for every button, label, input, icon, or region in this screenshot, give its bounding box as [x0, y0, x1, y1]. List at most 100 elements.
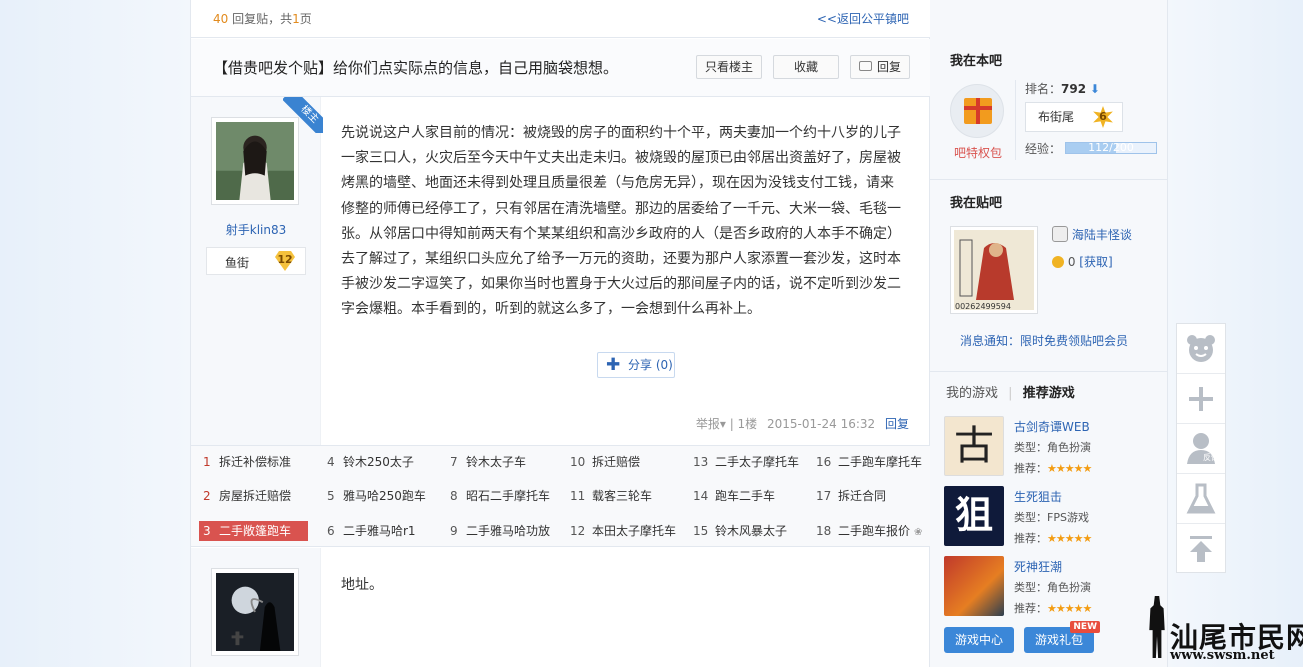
bar-image-art: [954, 230, 1034, 310]
related-search-label: 铃木风暴太子: [715, 524, 788, 538]
related-search-item[interactable]: 15 铃木风暴太子: [693, 521, 808, 541]
bar-name-link[interactable]: 海陆丰怪谈: [1072, 228, 1132, 242]
post-reply-link[interactable]: 回复: [885, 417, 909, 431]
reply-count: 40 回复贴，共1页: [213, 12, 312, 26]
privilege-pack[interactable]: [950, 84, 1004, 138]
game-item[interactable]: 狙 生死狙击 类型：FPS游戏 推荐：★★★★★: [944, 486, 1154, 548]
related-search-label: 二手雅马哈r1: [343, 524, 416, 538]
notice-link[interactable]: 消息通知：限时免费领贴吧会员: [960, 332, 1128, 349]
tab-my-games[interactable]: 我的游戏: [946, 386, 998, 401]
author-name[interactable]: 射手klin83: [191, 221, 321, 238]
game-name[interactable]: 古剑奇谭WEB: [1014, 418, 1090, 435]
related-search-item[interactable]: 17 拆迁合同: [816, 486, 931, 506]
related-search-item[interactable]: 2 房屋拆迁赔偿: [203, 486, 318, 506]
related-search-rank: 17: [816, 489, 832, 503]
bear-face-icon: [1187, 335, 1215, 362]
related-search-item[interactable]: 10 拆迁赔偿: [570, 452, 685, 472]
emoji-button[interactable]: [1177, 324, 1225, 374]
related-search-rank: 4: [327, 455, 335, 469]
star-icons: ★★★★★: [1047, 532, 1092, 545]
related-search-label: 二手跑车摩托车: [838, 455, 923, 469]
bar-level-icon: [1052, 226, 1068, 242]
game-name[interactable]: 死神狂潮: [1014, 558, 1062, 575]
related-search-label: 二手雅马哈功放: [466, 524, 551, 538]
related-search-item[interactable]: 9 二手雅马哈功放: [450, 521, 565, 541]
related-search-label: 二手跑车报价: [838, 524, 911, 538]
related-search-rank: 16: [816, 455, 832, 469]
related-search-rank: 3: [203, 524, 211, 538]
avatar-image: [216, 573, 294, 651]
related-search-item[interactable]: 7 铃木太子车: [450, 452, 565, 472]
avatar[interactable]: [211, 568, 299, 656]
post-meta: 举报▾ | 1楼 2015-01-24 16:32 回复: [695, 417, 909, 431]
related-search-label: 铃木太子车: [466, 455, 527, 469]
game-tabs: 我的游戏 | 推荐游戏: [946, 382, 1075, 401]
experience-text: 112/200: [1088, 141, 1134, 154]
related-search-item[interactable]: 3 二手敞篷跑车: [199, 521, 308, 541]
game-icon: [944, 556, 1004, 616]
owner-ribbon: 楼主: [283, 97, 323, 133]
experience-bar: 112/200: [1065, 142, 1157, 154]
related-search-label: 拆迁赔偿: [592, 455, 641, 469]
experience: 经验： 112/200: [1025, 140, 1175, 157]
tab-recommended-games[interactable]: 推荐游戏: [1023, 386, 1075, 401]
related-search-item[interactable]: 6 二手雅马哈r1: [327, 521, 442, 541]
share-button[interactable]: ✚ 分享 (0): [597, 352, 675, 378]
back-to-top-button[interactable]: [1177, 524, 1225, 574]
related-search-item[interactable]: 4 铃木250太子: [327, 452, 442, 472]
post-floor-2: 地址。: [191, 548, 931, 667]
game-type: 类型：角色扮演: [1014, 581, 1091, 594]
post-author-panel: [191, 548, 321, 667]
bar-image[interactable]: 00262499594: [950, 226, 1038, 314]
lab-button[interactable]: [1177, 474, 1225, 524]
related-search-item[interactable]: 1 拆迁补偿标准: [203, 452, 318, 472]
related-searches: 1 拆迁补偿标准 4 铃木250太子 7 铃木太子车 10 拆迁赔偿 13 二手太子摩托车 16 二手…: [191, 445, 931, 547]
back-to-bar-link[interactable]: <<返回公平镇吧: [817, 10, 909, 27]
level-badge[interactable]: 布街尾 6: [1025, 102, 1123, 132]
game-center-button[interactable]: 游戏中心: [944, 627, 1014, 653]
related-search-label: 拆迁合同: [838, 489, 887, 503]
person-silhouette-icon: [1149, 596, 1165, 658]
arrow-up-icon: [1190, 536, 1212, 562]
game-name[interactable]: 生死狙击: [1014, 488, 1062, 505]
level-badge[interactable]: 鱼街 12: [206, 247, 306, 275]
user-icon: [1187, 433, 1215, 464]
game-icon: 古: [944, 416, 1004, 476]
related-search-rank: 12: [570, 524, 586, 538]
related-search-item[interactable]: 13 二手太子摩托车: [693, 452, 808, 472]
reply-button[interactable]: 回复: [850, 55, 910, 79]
thread-titlebar: 【借贵吧发个贴】给你们点实际点的信息，自己用脑袋想想。 只看楼主 收藏 回复: [191, 39, 931, 97]
privilege-pack-label[interactable]: 吧特权包: [940, 144, 1016, 161]
report-link[interactable]: 举报▾: [696, 417, 726, 431]
related-search-label: 昭石二手摩托车: [466, 489, 551, 503]
bar-image-caption: 00262499594: [955, 302, 1011, 311]
floating-toolbar: 反馈: [1176, 323, 1226, 573]
game-rating: 推荐：★★★★★: [1014, 602, 1092, 615]
bar-entry[interactable]: 海陆丰怪谈: [1052, 226, 1132, 243]
related-search-item[interactable]: 11 载客三轮车: [570, 486, 685, 506]
game-gift-button[interactable]: 游戏礼包 NEW: [1024, 621, 1100, 653]
get-coins-link[interactable]: [获取]: [1079, 255, 1112, 269]
related-search-item[interactable]: 12 本田太子摩托车: [570, 521, 685, 541]
site-watermark: 汕尾市民网 www.swsm.net: [1140, 596, 1303, 667]
related-search-rank: 6: [327, 524, 335, 538]
main-column: 40 回复贴，共1页 <<返回公平镇吧 【借贵吧发个贴】给你们点实际点的信息，自…: [190, 0, 931, 667]
gift-icon: [964, 98, 992, 124]
favorite-button[interactable]: 收藏: [773, 55, 839, 79]
flask-icon: [1186, 483, 1216, 514]
game-item[interactable]: 死神狂潮 类型：角色扮演 推荐：★★★★★: [944, 556, 1154, 618]
rank: 排名：792 ⬇: [1025, 82, 1100, 96]
feedback-button[interactable]: 反馈: [1177, 424, 1225, 474]
related-search-item[interactable]: 5 雅马哈250跑车: [327, 486, 442, 506]
related-search-rank: 18: [816, 524, 832, 538]
related-search-item[interactable]: 8 昭石二手摩托车: [450, 486, 565, 506]
related-search-item[interactable]: 14 跑车二手车: [693, 486, 808, 506]
related-search-item[interactable]: 16 二手跑车摩托车: [816, 452, 931, 472]
post-content: 先说说这户人家目前的情况：被烧毁的房子的面积约十个平，两夫妻加一个约十八岁的儿子…: [341, 125, 901, 318]
related-search-item[interactable]: 18 二手跑车报价 ❀: [816, 521, 931, 541]
game-rating: 推荐：★★★★★: [1014, 462, 1092, 475]
related-search-rank: 5: [327, 489, 335, 503]
owner-only-button[interactable]: 只看楼主: [696, 55, 762, 79]
add-button[interactable]: [1177, 374, 1225, 424]
game-item[interactable]: 古 古剑奇谭WEB 类型：角色扮演 推荐：★★★★★: [944, 416, 1154, 478]
